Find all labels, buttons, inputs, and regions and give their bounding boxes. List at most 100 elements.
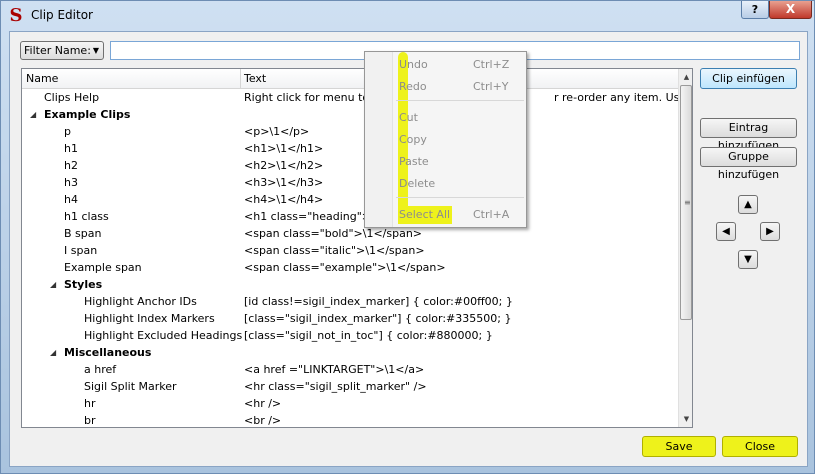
tree-header: Name Text: [22, 69, 678, 89]
menu-item-label: Copy: [399, 133, 427, 146]
sigil-s-icon: S: [9, 5, 23, 26]
clip-text: <h3>\1</h3>: [244, 176, 324, 189]
tree-rows: Clips Help Right click for menu to r re-or…: [22, 89, 692, 427]
clip-text: <h1 class="heading">\: [244, 210, 375, 223]
tree-group-row[interactable]: ◢ Miscellaneous: [22, 344, 678, 361]
tree-row[interactable]: Sigil Split Marker <hr class="sigil_split…: [22, 378, 678, 395]
clip-text: [class="sigil_index_marker"] { color:#33…: [244, 312, 512, 325]
add-entry-button[interactable]: Eintrag hinzufügen: [700, 118, 797, 152]
move-right-button[interactable]: ▶: [760, 222, 780, 241]
clip-name: h4: [64, 193, 78, 206]
clip-name: h1 class: [64, 210, 109, 223]
move-down-button[interactable]: ▼: [738, 250, 758, 269]
move-up-button[interactable]: ▲: [738, 195, 758, 214]
tree-row[interactable]: Example span <span class="example">\1</sp…: [22, 259, 678, 276]
menu-item-shortcut: Ctrl+Y: [473, 80, 509, 93]
tree-row[interactable]: Clips Help Right click for menu to r re-or…: [22, 89, 692, 106]
tree-row[interactable]: h2 <h2>\1</h2>: [22, 157, 678, 174]
menu-separator: [396, 100, 524, 101]
expand-arrow-icon[interactable]: ◢: [50, 276, 56, 293]
context-menu: Undo Ctrl+Z Redo Ctrl+Y Cut Copy Paste Delete Se…: [364, 51, 527, 228]
clip-name: Highlight Index Markers: [84, 312, 215, 325]
menu-item-paste[interactable]: Paste: [394, 153, 526, 171]
tree-row[interactable]: Highlight Excluded Headings [class="sigil…: [22, 327, 678, 344]
menu-item-label: Redo: [399, 80, 427, 93]
clip-name: a href: [84, 363, 117, 376]
chevron-down-icon: ▼: [92, 46, 99, 55]
clip-name: p: [64, 125, 71, 138]
tree-row[interactable]: br <br />: [22, 412, 678, 427]
menu-item-label: Delete: [399, 177, 436, 190]
scroll-down-icon[interactable]: ▼: [679, 411, 692, 427]
help-button[interactable]: ?: [741, 1, 769, 19]
arrow-up-icon: ▲: [744, 199, 752, 210]
title-bar: S Clip Editor ? X: [1, 1, 815, 31]
tree-group-row[interactable]: ◢ Example Clips: [22, 106, 678, 123]
menu-item-label: Paste: [399, 155, 429, 168]
menu-icon-stripe: [365, 52, 393, 227]
menu-item-select-all[interactable]: Select All Ctrl+A: [394, 206, 526, 224]
clip-name: I span: [64, 244, 98, 257]
clip-text: <h1>\1</h1>: [244, 142, 324, 155]
clip-text: [id class!=sigil_index_marker] { color:#…: [244, 295, 513, 308]
menu-item-label: Cut: [399, 111, 418, 124]
tree-row[interactable]: h3 <h3>\1</h3>: [22, 174, 678, 191]
scrollbar-thumb[interactable]: ≡: [680, 85, 692, 320]
filter-name-dropdown[interactable]: Filter Name: ▼: [20, 41, 104, 60]
menu-item-undo[interactable]: Undo Ctrl+Z: [394, 56, 526, 74]
tree-row[interactable]: Highlight Anchor IDs [id class!=sigil_ind…: [22, 293, 678, 310]
clip-name: Miscellaneous: [64, 346, 152, 359]
clip-name: h3: [64, 176, 78, 189]
tree-row[interactable]: a href <a href ="LINKTARGET">\1</a>: [22, 361, 678, 378]
tree-row[interactable]: hr <hr />: [22, 395, 678, 412]
clip-text: <a href ="LINKTARGET">\1</a>: [244, 363, 425, 376]
menu-item-shortcut: Ctrl+A: [473, 208, 510, 221]
tree-row[interactable]: p <p>\1</p>: [22, 123, 678, 140]
tree-row[interactable]: I span <span class="italic">\1</span>: [22, 242, 678, 259]
clip-text: <span class="example">\1</span>: [244, 261, 446, 274]
menu-item-shortcut: Ctrl+Z: [473, 58, 510, 71]
tree-vertical-scrollbar[interactable]: ▲ ≡ ▼: [678, 69, 692, 427]
menu-item-copy[interactable]: Copy: [394, 131, 526, 149]
clip-text: <h2>\1</h2>: [244, 159, 324, 172]
clips-tree[interactable]: Name Text Clips Help Right click for menu…: [21, 68, 693, 428]
clip-name: Example span: [64, 261, 142, 274]
add-group-button[interactable]: Gruppe hinzufügen: [700, 147, 797, 181]
column-header-name[interactable]: Name: [26, 72, 58, 85]
menu-item-label: Select All: [399, 208, 451, 221]
tree-row[interactable]: h4 <h4>\1</h4>: [22, 191, 678, 208]
clip-text: [class="sigil_not_in_toc"] { color:#8800…: [244, 329, 493, 342]
scroll-up-icon[interactable]: ▲: [679, 69, 692, 85]
clip-name: Highlight Excluded Headings: [84, 329, 243, 342]
clip-name: Styles: [64, 278, 103, 291]
clip-text: <br />: [244, 414, 282, 427]
move-left-button[interactable]: ◀: [716, 222, 736, 241]
clip-help-text-overflow: r re-order any item. Use ...: [554, 91, 693, 104]
clip-name: br: [84, 414, 96, 427]
arrow-right-icon: ▶: [766, 226, 774, 237]
paste-clip-button[interactable]: Clip einfügen: [700, 68, 797, 89]
expand-arrow-icon[interactable]: ◢: [30, 106, 36, 123]
menu-item-redo[interactable]: Redo Ctrl+Y: [394, 78, 526, 96]
save-button[interactable]: Save: [642, 436, 716, 457]
grip-icon: ≡: [684, 198, 691, 207]
menu-item-label: Undo: [399, 58, 428, 71]
column-separator[interactable]: [240, 69, 241, 89]
expand-arrow-icon[interactable]: ◢: [50, 344, 56, 361]
window-close-button[interactable]: X: [769, 1, 812, 19]
tree-group-row[interactable]: ◢ Styles: [22, 276, 678, 293]
tree-row[interactable]: B span <span class="bold">\1</span>: [22, 225, 678, 242]
menu-separator: [396, 197, 524, 198]
clip-text: Right click for menu to: [244, 91, 370, 104]
column-header-text[interactable]: Text: [244, 72, 266, 85]
tree-row[interactable]: h1 <h1>\1</h1>: [22, 140, 678, 157]
close-button[interactable]: Close: [722, 436, 798, 457]
window-title: Clip Editor: [31, 8, 93, 22]
tree-row[interactable]: Highlight Index Markers [class="sigil_ind…: [22, 310, 678, 327]
clip-text: <hr class="sigil_split_marker" />: [244, 380, 427, 393]
menu-item-cut[interactable]: Cut: [394, 109, 526, 127]
tree-row[interactable]: h1 class <h1 class="heading">\: [22, 208, 678, 225]
menu-item-delete[interactable]: Delete: [394, 175, 526, 193]
filter-name-label: Filter Name:: [24, 44, 91, 57]
clip-text: <h4>\1</h4>: [244, 193, 324, 206]
